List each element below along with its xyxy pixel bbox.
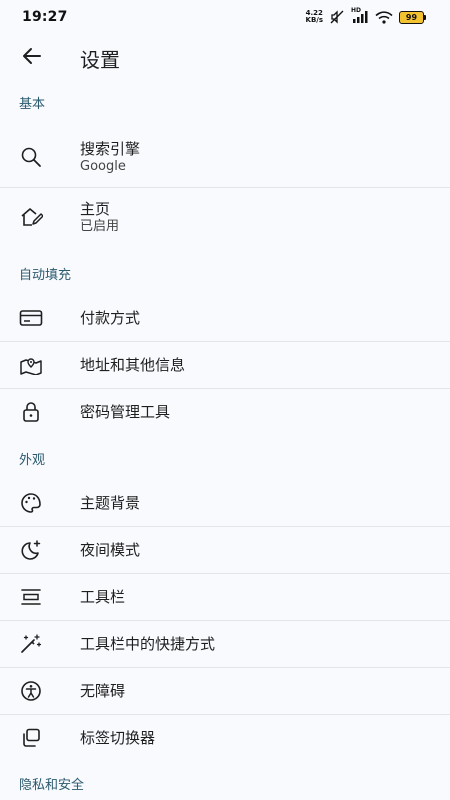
network-speed-unit: KB/s — [305, 16, 323, 24]
accessibility-icon — [19, 679, 43, 703]
settings-item-title: 密码管理工具 — [80, 403, 171, 421]
mute-icon — [329, 10, 345, 24]
palette-icon — [19, 491, 43, 515]
settings-item-title: 无障碍 — [80, 682, 126, 700]
settings-item-title: 地址和其他信息 — [80, 356, 186, 374]
magic-wand-icon — [19, 632, 43, 656]
settings-item-toolbar[interactable]: 工具栏 — [0, 574, 450, 620]
arrow-left-icon — [21, 45, 43, 67]
status-icons: 4.22 KB/s HD 99 — [306, 7, 426, 24]
section-header-basic: 基本 — [19, 97, 46, 112]
credit-card-icon — [19, 306, 43, 330]
battery-indicator: 99 — [399, 10, 426, 24]
home-edit-icon — [19, 205, 43, 229]
page-title: 设置 — [80, 48, 120, 72]
settings-item-toolbar-shortcut[interactable]: 工具栏中的快捷方式 — [0, 621, 450, 667]
settings-item-title: 工具栏 — [80, 588, 126, 606]
settings-item-theme[interactable]: 主题背景 — [0, 480, 450, 526]
network-speed: 4.22 KB/s — [306, 10, 323, 24]
moon-icon — [19, 538, 43, 562]
wifi-icon — [375, 10, 393, 24]
settings-item-accessibility[interactable]: 无障碍 — [0, 668, 450, 714]
settings-item-password-manager[interactable]: 密码管理工具 — [0, 389, 450, 435]
settings-item-title: 工具栏中的快捷方式 — [80, 635, 216, 653]
toolbar-icon — [19, 585, 43, 609]
map-pin-icon — [19, 353, 43, 377]
back-button[interactable] — [18, 42, 46, 70]
section-header-appearance: 外观 — [19, 453, 46, 468]
settings-item-subtitle: 已启用 — [80, 218, 120, 234]
settings-item-homepage[interactable]: 主页 已启用 — [0, 188, 450, 246]
settings-item-title: 主题背景 — [80, 494, 141, 512]
settings-item-title: 主页 — [80, 199, 111, 218]
section-header-privacy: 隐私和安全 — [19, 778, 85, 793]
settings-item-title: 付款方式 — [80, 309, 141, 327]
cell-signal-icon: HD — [351, 7, 369, 23]
network-type-label: HD — [351, 7, 362, 14]
status-bar: 19:27 4.22 KB/s HD 99 — [0, 0, 450, 34]
settings-item-search-engine[interactable]: 搜索引擎 Google — [0, 128, 450, 186]
settings-item-tab-switcher[interactable]: 标签切换器 — [0, 715, 450, 761]
status-time: 19:27 — [22, 9, 68, 25]
tab-switcher-icon — [19, 726, 43, 750]
app-bar: 设置 — [0, 34, 450, 78]
settings-item-title: 搜索引擎 — [80, 139, 141, 158]
settings-item-title: 标签切换器 — [80, 729, 156, 747]
settings-item-payment-methods[interactable]: 付款方式 — [0, 295, 450, 341]
lock-icon — [19, 400, 43, 424]
section-header-autofill: 自动填充 — [19, 268, 72, 283]
settings-item-night-mode[interactable]: 夜间模式 — [0, 527, 450, 573]
settings-item-subtitle: Google — [80, 158, 126, 174]
settings-item-title: 夜间模式 — [80, 541, 141, 559]
search-icon — [19, 145, 43, 169]
settings-item-addresses[interactable]: 地址和其他信息 — [0, 342, 450, 388]
